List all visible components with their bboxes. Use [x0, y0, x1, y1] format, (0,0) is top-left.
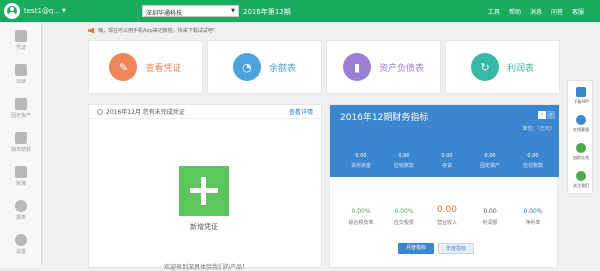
nav-tools[interactable]: 工具: [488, 7, 500, 16]
voucher-panel-title: 2016年12月 您有未完成凭证: [97, 107, 185, 116]
indicator-value: 0.00%: [394, 208, 414, 215]
finance-title: 2016年12期财务指标: [340, 113, 429, 123]
quick-assets-liabilities[interactable]: ▮ 资产负债表: [326, 40, 441, 94]
pie-chart-icon: ◔: [232, 53, 261, 81]
voucher-search-icon: ✎: [109, 53, 138, 81]
sidebar-item-fixed-assets[interactable]: 固定资产: [0, 98, 42, 119]
indicator-label: 综合税负率: [348, 220, 374, 226]
finance-header: 2016年12期财务指标 ‹ › 单位：（万元） 0.00 0.00 0.00 …: [330, 105, 559, 177]
bar-chart-icon: ▮: [342, 53, 371, 81]
sidebar-item-settings[interactable]: 设置: [0, 234, 42, 255]
tab-yearly[interactable]: 年度指标: [438, 243, 474, 254]
phone-icon: [576, 87, 586, 97]
avatar[interactable]: [4, 3, 20, 19]
welcome-text: 欢迎来到深思体验我们的产品！: [163, 264, 248, 271]
chevron-down-icon: ▼: [231, 8, 235, 14]
top-nav: 工具 帮助 消息 问答 客服: [488, 7, 584, 16]
quick-view-voucher[interactable]: ✎ 查看凭证: [88, 40, 203, 94]
top-bar: test1@q... ▼ 深圳华通科技 ▼ 2016年第12期 工具 帮助 消息…: [0, 0, 600, 22]
follow-us-button[interactable]: 关注我们: [568, 171, 594, 189]
right-toolbar: 下载APP 在线客服 加群交流 关注我们: [567, 80, 593, 194]
sidebar-item-period-end[interactable]: 期末结转: [0, 132, 42, 153]
refresh-money-icon: ↻: [470, 53, 499, 81]
finance-nav: ‹ ›: [538, 111, 555, 119]
sidebar-item-report[interactable]: 报表: [0, 200, 42, 221]
chat-icon: [576, 115, 586, 125]
join-group-button[interactable]: 加群交流: [568, 143, 594, 161]
fixed-assets-icon: [15, 98, 27, 110]
nav-help[interactable]: 帮助: [509, 7, 521, 16]
sidebar: 凭证 出纳 固定资产 期末结转 账簿 报表 设置: [0, 22, 42, 268]
finance-unit: 单位：（万元）: [522, 126, 555, 132]
indicator-value: 0.00: [436, 205, 458, 215]
notice-text: 嗨，现在可以用手机App来记账啦，快来下载试试吧！: [98, 28, 218, 34]
wechat-icon: [576, 171, 586, 181]
group-icon: [576, 143, 586, 153]
metric-label: 货币资金: [350, 163, 371, 169]
chevron-right-icon[interactable]: ›: [547, 111, 555, 119]
chevron-down-icon[interactable]: ▼: [62, 8, 66, 14]
notice-bar: 嗨，现在可以用手机App来记账啦，快来下载试试吧！: [88, 27, 218, 34]
report-icon: [15, 200, 27, 212]
metric-label: 应付账款: [522, 163, 543, 169]
sidebar-item-ledger[interactable]: 账簿: [0, 166, 42, 187]
indicator-value: 0.00%: [523, 208, 543, 215]
clock-icon: [97, 108, 103, 115]
nav-messages[interactable]: 消息: [530, 7, 542, 16]
new-voucher-button[interactable]: [179, 166, 229, 216]
view-details-link[interactable]: 查看详情: [289, 107, 313, 116]
metric-label: 应收账款: [393, 163, 414, 169]
indicator-label: 利润额: [482, 220, 498, 226]
metric-value: 0.00: [441, 153, 453, 159]
voucher-panel: 2016年12月 您有未完成凭证 查看详情 新增凭证 欢迎来到深思体验我们的产品…: [88, 104, 322, 271]
user-icon: [7, 6, 17, 16]
indicator-value: 0.00: [483, 208, 497, 215]
company-name: 深圳华通科技: [146, 10, 183, 17]
metric-label: 固定资产: [479, 163, 500, 169]
metric-label: 存货: [441, 163, 452, 169]
indicator-label: 净利率: [525, 220, 541, 226]
tab-monthly[interactable]: 月度指标: [398, 243, 434, 254]
settings-icon: [15, 234, 27, 246]
quick-profit[interactable]: ↻ 利润表: [445, 40, 560, 94]
period-end-icon: [15, 132, 27, 144]
metric-value: 0.00: [398, 153, 410, 159]
username[interactable]: test1@q...: [24, 7, 60, 15]
sidebar-item-cashier[interactable]: 出纳: [0, 64, 42, 85]
download-app-button[interactable]: 下载APP: [568, 87, 594, 105]
online-service-button[interactable]: 在线客服: [568, 115, 594, 133]
indicator-label: 应交税费: [393, 220, 414, 226]
indicator-value: 0.00%: [351, 208, 371, 215]
company-select[interactable]: 深圳华通科技 ▼: [142, 5, 239, 17]
voucher-icon: [15, 30, 27, 42]
new-voucher-label: 新增凭证: [190, 223, 218, 231]
speaker-icon: [88, 27, 94, 34]
indicator-label: 营业收入: [436, 220, 457, 226]
period-label: 2016年第12期: [243, 8, 291, 16]
nav-service[interactable]: 客服: [572, 7, 584, 16]
metric-value: 0.00: [527, 153, 539, 159]
metric-value: 0.00: [355, 153, 367, 159]
voucher-panel-header: 2016年12月 您有未完成凭证 查看详情: [89, 105, 321, 119]
chevron-left-icon[interactable]: ‹: [538, 111, 546, 119]
nav-qa[interactable]: 问答: [551, 7, 563, 16]
metric-value: 0.00: [484, 153, 496, 159]
finance-panel: 2016年12期财务指标 ‹ › 单位：（万元） 0.00 0.00 0.00 …: [329, 104, 559, 268]
ledger-icon: [15, 166, 27, 178]
sidebar-item-voucher[interactable]: 凭证: [0, 30, 42, 51]
quick-balance-sheet[interactable]: ◔ 余额表: [207, 40, 322, 94]
cashier-icon: [15, 64, 27, 76]
